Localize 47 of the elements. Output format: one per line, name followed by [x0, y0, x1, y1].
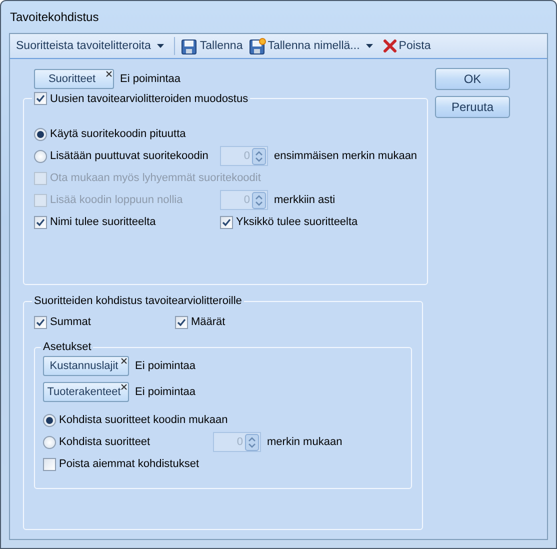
suffix-label: merkin mukaan	[267, 436, 342, 448]
checkbox[interactable]	[34, 216, 47, 228]
caret-icon[interactable]	[366, 44, 373, 48]
checkbox-label: Yksikkö tulee suoritteelta	[236, 216, 358, 228]
delete-button[interactable]: Poista	[380, 36, 433, 56]
radio-button[interactable]	[43, 414, 56, 426]
radio-button[interactable]	[34, 150, 47, 162]
filter-status: Ei poimintaa	[135, 360, 196, 372]
checkbox[interactable]	[175, 316, 188, 328]
filter-button[interactable]: Kustannuslajit	[43, 356, 129, 376]
template-dropdown[interactable]: Suoritteista tavoitelitteroita	[14, 36, 170, 56]
clear-icon[interactable]	[121, 384, 127, 390]
ok-button[interactable]: OK	[435, 68, 510, 90]
save-button[interactable]: Tallenna	[178, 36, 245, 56]
filter-button[interactable]: Tuoterakenteet	[43, 382, 129, 402]
checkbox[interactable]	[34, 92, 47, 105]
radio-label: Kohdista suoritteet koodin mukaan	[59, 414, 228, 426]
checkbox-label: Summat	[50, 316, 91, 328]
radio-label: Lisätään puuttuvat suoritekoodin	[50, 150, 208, 162]
checkbox-label: Lisää koodin loppuun nollia	[50, 194, 183, 206]
checkbox[interactable]	[43, 458, 56, 470]
checkbox-label: Uusien tavoitearviolitteroiden muodostus	[50, 92, 248, 104]
radio-button[interactable]	[34, 128, 47, 140]
radio-label: Käytä suoritekoodin pituutta	[50, 128, 186, 140]
checkbox[interactable]	[34, 316, 47, 328]
group-title: Asetukset	[43, 341, 92, 353]
caret-icon[interactable]	[156, 44, 164, 48]
save-as-button[interactable]: Tallenna nimellä...	[246, 36, 379, 56]
checkbox-label: Määrät	[191, 316, 226, 328]
suffix-label: ensimmäisen merkin mukaan	[274, 150, 418, 162]
delete-icon	[382, 39, 397, 53]
filter-status: Ei poimintaa	[135, 386, 196, 398]
suffix-label: merkkiin asti	[274, 194, 336, 206]
checkbox-label: Poista aiemmat kohdistukset	[59, 458, 200, 470]
filter-button[interactable]: Suoritteet	[34, 69, 114, 89]
window-title: Tavoitekohdistus	[9, 9, 100, 26]
checkbox-label: Ota mukaan myös lyhyemmät suoritekoodit	[50, 172, 261, 184]
cancel-button[interactable]: Peruuta	[435, 96, 510, 118]
radio-label: Kohdista suoritteet	[59, 436, 150, 448]
filter-status: Ei poimintaa	[120, 73, 181, 85]
radio-button[interactable]	[43, 436, 56, 448]
checkbox-label: Nimi tulee suoritteelta	[50, 216, 156, 228]
clear-icon[interactable]	[106, 71, 112, 77]
group-title: Suoritteiden kohdistus tavoitearviolitteroille	[34, 295, 242, 307]
floppy-icon	[180, 38, 198, 54]
checkbox[interactable]	[220, 216, 233, 228]
clear-icon[interactable]	[121, 358, 127, 364]
